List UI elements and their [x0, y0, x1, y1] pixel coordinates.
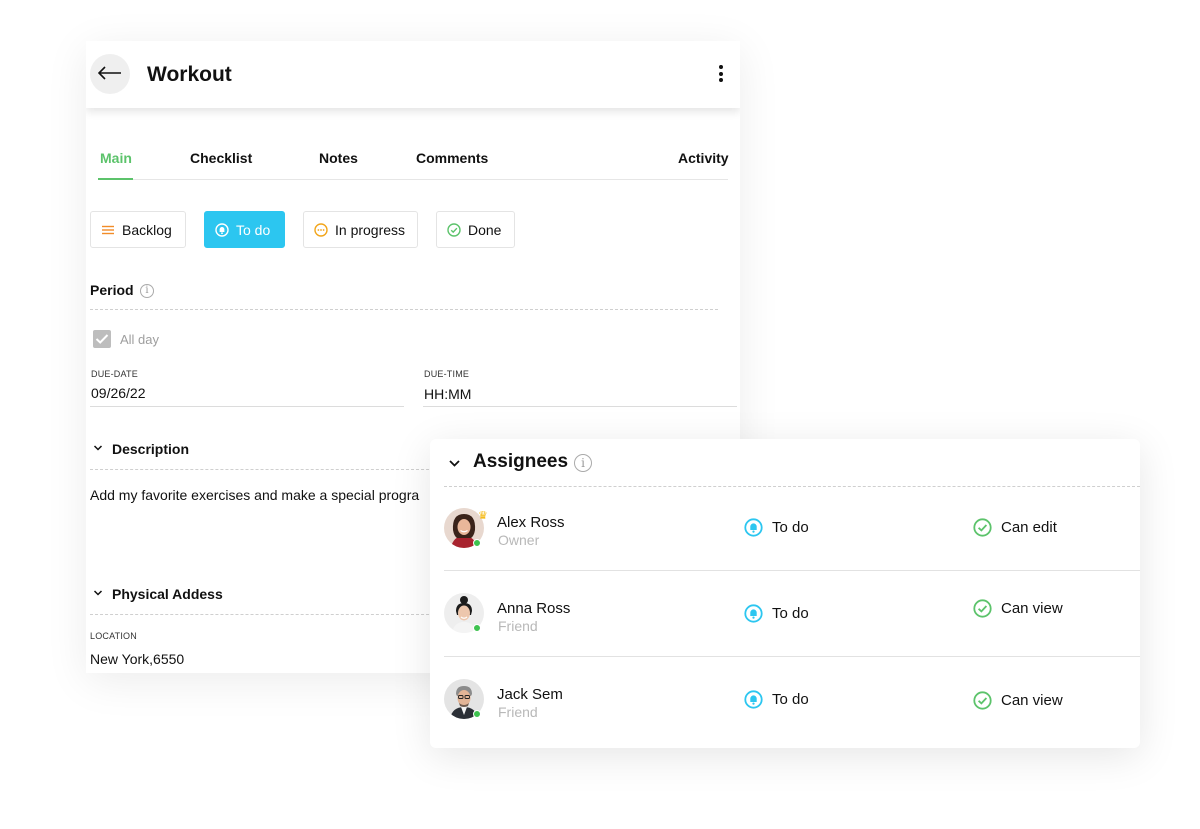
- description-text[interactable]: Add my favorite exercises and make a spe…: [90, 487, 419, 503]
- tab-comments[interactable]: Comments: [416, 150, 488, 166]
- assignee-row[interactable]: Anna Ross Friend To do Can view: [444, 571, 1140, 657]
- all-day-label: All day: [120, 332, 160, 347]
- period-label: Period: [90, 282, 134, 298]
- status-todo-button[interactable]: To do: [204, 211, 285, 248]
- status-done-button[interactable]: Done: [436, 211, 515, 248]
- tab-checklist[interactable]: Checklist: [190, 150, 252, 166]
- assignee-row[interactable]: Jack Sem Friend To do Can view: [444, 657, 1140, 743]
- status-backlog-button[interactable]: Backlog: [90, 211, 186, 248]
- status-backlog-label: Backlog: [122, 221, 172, 238]
- bell-icon: [744, 690, 763, 714]
- location-field[interactable]: New York,6550: [90, 651, 184, 667]
- online-status-dot: [473, 624, 481, 632]
- chevron-down-icon[interactable]: [93, 588, 103, 600]
- assignee-role: Owner: [498, 532, 540, 548]
- tab-notes[interactable]: Notes: [319, 150, 358, 166]
- bell-icon: [744, 604, 763, 628]
- check-circle-icon: [973, 599, 992, 623]
- bell-icon: [744, 518, 763, 542]
- online-status-dot: [473, 710, 481, 718]
- more-options-icon[interactable]: [716, 65, 726, 85]
- due-date-field[interactable]: 09/26/22: [91, 385, 146, 401]
- assignees-panel: Assignees i ♛ Alex Ross Owner To do Can …: [430, 439, 1140, 748]
- status-in-progress-button[interactable]: In progress: [303, 211, 418, 248]
- crown-icon: ♛: [478, 510, 488, 522]
- assignee-permission[interactable]: Can edit: [1001, 519, 1057, 536]
- location-caption: LOCATION: [90, 631, 137, 641]
- status-todo-label: To do: [236, 221, 271, 238]
- due-date-caption: DUE-DATE: [91, 369, 138, 379]
- due-time-underline: [423, 406, 737, 407]
- status-done-label: Done: [468, 221, 502, 238]
- dots-circle-icon: [314, 222, 328, 237]
- tabs-divider: [98, 179, 728, 180]
- status-in-progress-label: In progress: [335, 221, 406, 238]
- arrow-left-icon: [98, 66, 121, 80]
- assignee-status[interactable]: To do: [772, 605, 809, 622]
- chevron-down-icon[interactable]: [93, 443, 103, 455]
- info-icon[interactable]: i: [574, 454, 592, 472]
- due-time-caption: DUE-TIME: [424, 369, 470, 379]
- online-status-dot: [473, 539, 481, 547]
- check-circle-icon: [447, 222, 461, 237]
- task-header: Workout: [86, 41, 740, 108]
- bell-icon: [215, 222, 229, 237]
- tab-activity[interactable]: Activity: [678, 150, 729, 166]
- tab-main[interactable]: Main: [100, 150, 132, 166]
- assignee-role: Friend: [498, 618, 538, 634]
- chevron-down-icon[interactable]: [448, 455, 461, 473]
- checkmark-icon: [95, 334, 109, 344]
- info-icon[interactable]: i: [140, 284, 154, 298]
- all-day-checkbox[interactable]: [93, 330, 111, 348]
- check-circle-icon: [973, 691, 992, 715]
- active-tab-indicator: [98, 178, 133, 180]
- assignee-permission[interactable]: Can view: [1001, 600, 1063, 617]
- due-time-field[interactable]: HH:MM: [424, 386, 471, 402]
- check-circle-icon: [973, 518, 992, 542]
- assignee-role: Friend: [498, 704, 538, 720]
- menu-lines-icon: [101, 223, 115, 237]
- assignee-name: Jack Sem: [497, 686, 563, 703]
- assignee-permission[interactable]: Can view: [1001, 692, 1063, 709]
- assignees-title[interactable]: Assignees: [473, 451, 568, 473]
- back-button[interactable]: [90, 54, 130, 94]
- assignee-name: Anna Ross: [497, 600, 571, 617]
- assignee-status[interactable]: To do: [772, 519, 809, 536]
- assignee-status[interactable]: To do: [772, 691, 809, 708]
- description-label[interactable]: Description: [112, 441, 189, 457]
- divider: [90, 309, 718, 310]
- address-label[interactable]: Physical Addess: [112, 586, 223, 602]
- page-title: Workout: [147, 63, 232, 86]
- due-date-underline: [90, 406, 404, 407]
- assignee-row[interactable]: ♛ Alex Ross Owner To do Can edit: [444, 485, 1140, 571]
- assignee-name: Alex Ross: [497, 514, 565, 531]
